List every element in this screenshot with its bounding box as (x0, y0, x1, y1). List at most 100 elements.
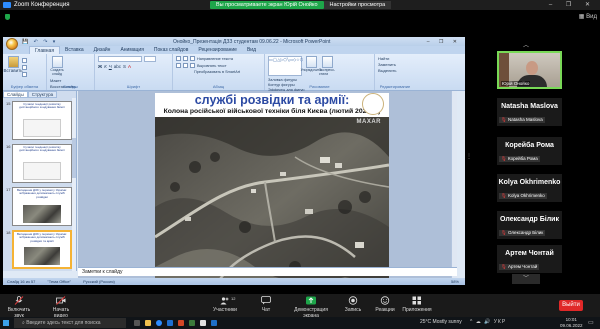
underline-button[interactable]: Ч (109, 64, 112, 69)
participants-down-icon[interactable]: ﹀ (512, 274, 540, 284)
edge-icon[interactable] (167, 320, 173, 326)
system-tray[interactable]: ^ ☁ 🔊 УКР (470, 319, 506, 325)
input-language[interactable]: УКР (494, 319, 506, 325)
view-options-button[interactable]: Настройки просмотра (323, 1, 392, 9)
paste-button[interactable]: Вставить (3, 56, 23, 77)
tab-review[interactable]: Рецензирование (193, 46, 242, 54)
align-left-icon[interactable] (176, 63, 181, 68)
express-styles-button[interactable]: Экспресс-стили (319, 56, 335, 76)
ppt-window-controls[interactable]: – ❐ ✕ (427, 39, 461, 45)
participants-up-icon[interactable]: ︿ (523, 40, 529, 49)
slides-pane-scrollbar[interactable] (72, 98, 76, 271)
quick-access-toolbar[interactable]: 💾 ↶ ↷ ▾ (22, 39, 57, 45)
mic-muted-icon: 🎙 (501, 264, 507, 269)
language-indicator[interactable]: Русский (Россия) (83, 279, 115, 284)
slide-heading[interactable]: службі розвідки та армії: (155, 94, 389, 107)
shape-fill-button[interactable]: Заливка фигуры (268, 78, 304, 82)
find-button[interactable]: Найти (378, 56, 396, 61)
scrollbar-thumb[interactable] (72, 138, 76, 178)
unmute-button[interactable]: Включить звук (4, 296, 34, 319)
replace-button[interactable]: Заменить (378, 62, 396, 67)
italic-button[interactable]: К (104, 64, 107, 69)
align-right-icon[interactable] (190, 63, 195, 68)
satellite-image[interactable]: MAXAR (155, 117, 389, 285)
participant-tile[interactable]: Артем Чонтай 🎙 Артем Чонтай (497, 245, 562, 273)
taskbar-clock[interactable]: 10:01 09.06.2022 (560, 317, 583, 328)
tab-home[interactable]: Главная (29, 46, 61, 54)
slide-thumbnail-image[interactable]: Сучасні тенденції розвитку дистанційного… (12, 144, 72, 183)
layout-button[interactable]: Макет (50, 78, 76, 83)
align-center-icon[interactable] (183, 63, 188, 68)
strike-button[interactable]: abc (114, 64, 121, 69)
new-slide-icon (51, 56, 63, 68)
powerpoint-window: 💾 ↶ ↷ ▾ Онойко_Презентація ДЗЗ студентам… (3, 37, 465, 285)
participant-name-text: Корейба Рома (507, 156, 538, 161)
slide-scrollbar[interactable] (451, 91, 457, 285)
slide-thumbnail-image[interactable]: Вкладення ДЗЗ у перемогу України: зображ… (12, 230, 72, 269)
chrome-icon[interactable] (189, 320, 195, 326)
office-button-icon[interactable] (6, 38, 18, 50)
apps-button[interactable]: Приложения (400, 296, 434, 313)
slide-thumbnail-image[interactable]: Сучасні тенденції розвитку дистанційного… (12, 101, 72, 140)
participant-tile[interactable]: Олександр Білик 🎙 Олександр Білик (497, 211, 562, 239)
text-direction-button[interactable]: Направление текста (197, 57, 233, 61)
shapes-gallery[interactable]: ▭◯△▷⬠╲▭◇☆⬡ (268, 56, 303, 76)
convert-smartart-button[interactable]: Преобразовать в SmartArt (194, 70, 240, 74)
task-view-icon[interactable] (134, 320, 140, 326)
zoom-level[interactable]: 58% (451, 279, 459, 284)
font-size-field[interactable] (144, 56, 156, 62)
chat-button[interactable]: Чат (252, 296, 280, 313)
copy-icon[interactable] (22, 65, 27, 70)
tab-view[interactable]: Вид (242, 46, 261, 54)
word-icon[interactable] (211, 320, 217, 326)
participant-tile[interactable]: Корейба Рома 🎙 Корейба Рома (497, 137, 562, 165)
weather-widget[interactable]: 25°C Mostly sunny (420, 319, 462, 325)
align-text-button[interactable]: Выровнять текст (197, 64, 227, 68)
bullets-icon[interactable] (176, 56, 181, 61)
participant-tile[interactable]: Kolya Okhrimenko 🎙 Kolya Okhrimenko (497, 174, 562, 202)
notes-pane[interactable]: Заметки к слайду (78, 267, 457, 276)
font-color-button[interactable]: A (128, 64, 131, 69)
record-button[interactable]: Запись (340, 296, 366, 313)
shadow-button[interactable]: S (123, 64, 126, 69)
leave-meeting-button[interactable]: Выйти (559, 300, 583, 311)
tab-slideshow[interactable]: Показ слайдов (149, 46, 193, 54)
numbering-icon[interactable] (183, 56, 188, 61)
participants-button[interactable]: Участники 12 (210, 296, 240, 313)
tab-animation[interactable]: Анимация (115, 46, 148, 54)
encryption-shield-icon[interactable] (5, 14, 10, 20)
arrange-button[interactable]: Упорядочить (301, 56, 321, 76)
create-slide-button[interactable]: Создать слайд (50, 56, 64, 76)
satellite-image-graphic (155, 117, 389, 285)
format-painter-icon[interactable] (22, 72, 27, 77)
select-button[interactable]: Выделить (378, 68, 396, 73)
tab-slides[interactable]: Слайды (3, 91, 28, 98)
tab-design[interactable]: Дизайн (89, 46, 116, 54)
font-group-label: Шрифт (126, 84, 141, 89)
tab-outline[interactable]: Структура (27, 91, 58, 98)
powerpoint-icon[interactable] (178, 320, 184, 326)
font-name-field[interactable] (98, 56, 142, 62)
taskbar-search-input[interactable]: ⌕ Введите здесь текст для поиска (14, 318, 126, 328)
window-controls[interactable]: – ❐ ✕ (549, 1, 596, 8)
current-slide[interactable]: службі розвідки та армії: Колона російсь… (155, 93, 389, 285)
cut-icon[interactable] (22, 58, 27, 63)
slide-subheading[interactable]: Колона російської військової техніки біл… (155, 107, 389, 116)
notifications-icon[interactable]: ▭ (588, 319, 594, 326)
participant-tile[interactable]: Natasha Maslova 🎙 Natasha Maslova (497, 98, 562, 126)
slide-thumbnail-image[interactable]: Вкладення ДЗЗ у перемогу України: зображ… (12, 187, 72, 226)
tab-insert[interactable]: Вставка (60, 46, 89, 54)
share-screen-button[interactable]: Демонстрация экрана (288, 296, 334, 319)
share-banner: Вы просматриваете экран Юрій Онойко Наст… (210, 1, 392, 9)
reactions-button[interactable]: Реакции (372, 296, 398, 313)
indent-icon[interactable] (190, 56, 195, 61)
windows-start-icon[interactable] (3, 320, 9, 326)
view-button[interactable]: ▦ Вид (579, 13, 597, 20)
split-handle-icon[interactable]: ⋮ (466, 153, 472, 167)
bold-button[interactable]: Ж (98, 64, 102, 69)
file-explorer-icon[interactable] (145, 320, 151, 326)
notepad-icon[interactable] (200, 320, 206, 326)
self-video-tile[interactable]: Юрій Онойко (497, 51, 562, 89)
zoom-app-icon[interactable] (156, 320, 162, 326)
start-video-button[interactable]: Начать видео (46, 296, 76, 319)
